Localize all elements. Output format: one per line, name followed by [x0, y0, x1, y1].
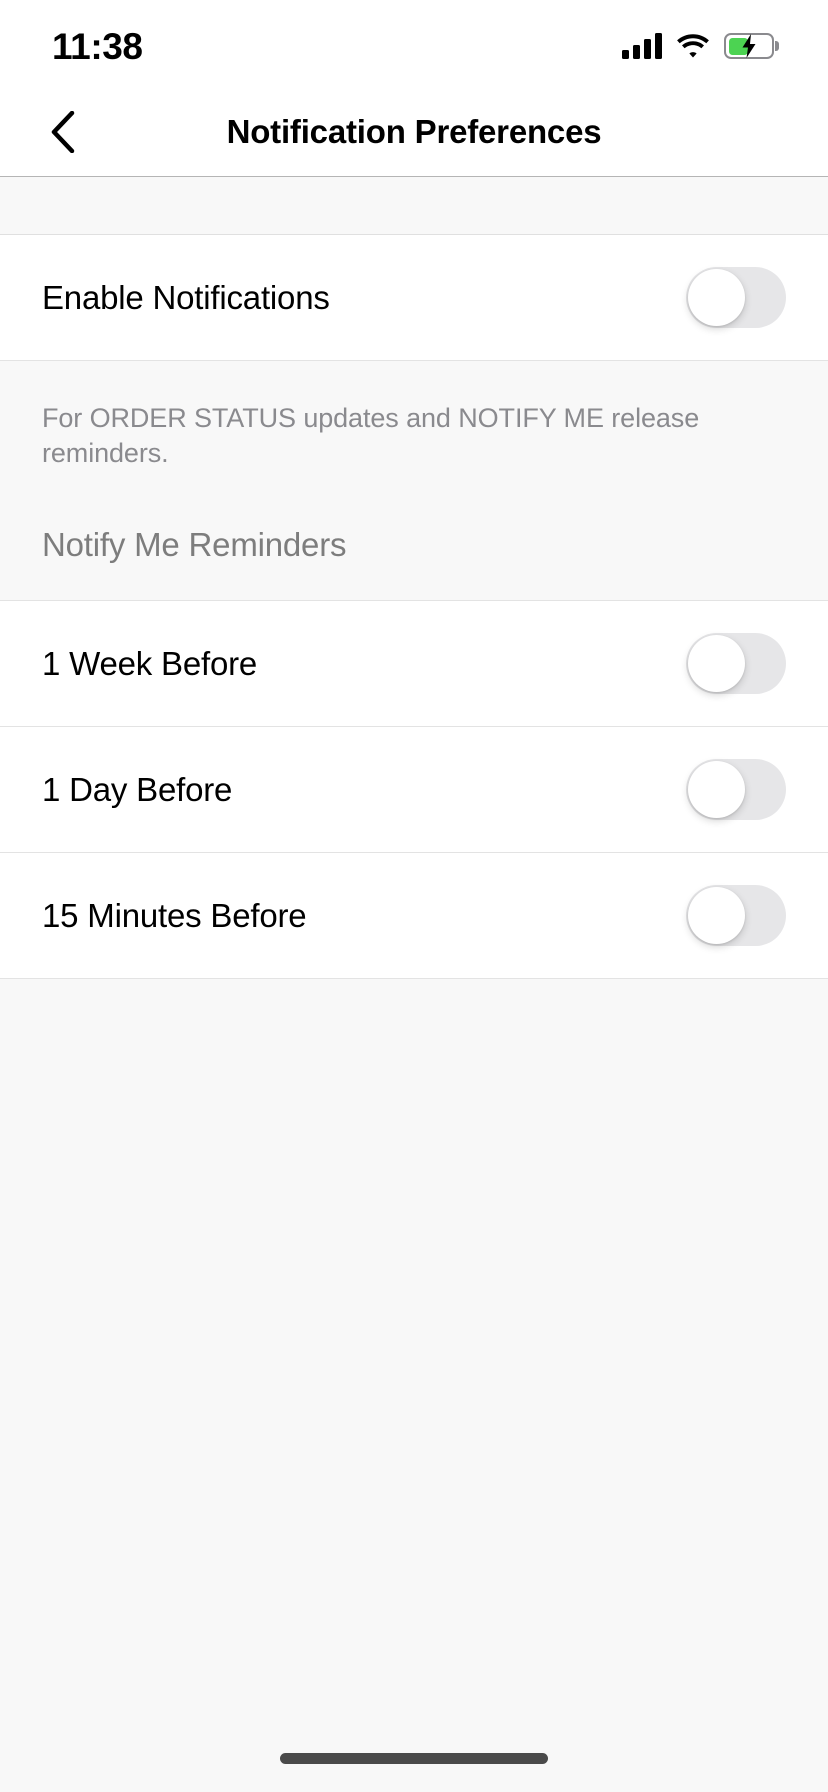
home-indicator-area: [0, 1724, 828, 1792]
home-indicator[interactable]: [280, 1752, 548, 1764]
status-bar-indicators: [622, 29, 774, 59]
row-one-week-before[interactable]: 1 Week Before: [0, 601, 828, 728]
chevron-left-icon: [51, 111, 75, 153]
navigation-bar: Notification Preferences: [0, 88, 828, 177]
row-label: Enable Notifications: [42, 278, 330, 316]
row-label: 1 Day Before: [42, 770, 233, 808]
toggle-knob: [688, 761, 745, 819]
row-one-day-before[interactable]: 1 Day Before: [0, 727, 828, 854]
lightning-bolt-icon: [742, 34, 756, 58]
toggle-one-week-before[interactable]: [686, 633, 786, 695]
list-top-spacer: [0, 177, 828, 235]
toggle-enable-notifications[interactable]: [686, 267, 786, 328]
row-label: 1 Week Before: [42, 644, 258, 682]
settings-list: Enable Notifications For ORDER STATUS up…: [0, 177, 828, 1724]
row-fifteen-minutes-before[interactable]: 15 Minutes Before: [0, 853, 828, 980]
status-bar-time: 11:38: [52, 25, 143, 67]
row-enable-notifications[interactable]: Enable Notifications: [0, 235, 828, 361]
list-bottom-space: [0, 979, 828, 1724]
toggle-knob: [688, 887, 745, 945]
toggle-one-day-before[interactable]: [686, 759, 786, 821]
back-button[interactable]: [26, 88, 100, 176]
screen-notification-preferences: 11:38 Notification Preferences Enable No…: [0, 0, 828, 1792]
signal-bars-icon: [622, 33, 662, 59]
toggle-knob: [688, 269, 745, 326]
status-bar: 11:38: [0, 0, 828, 88]
toggle-knob: [688, 635, 745, 693]
toggle-fifteen-minutes-before[interactable]: [686, 885, 786, 947]
battery-charging-icon: [724, 33, 774, 59]
section-footer-notifications: For ORDER STATUS updates and NOTIFY ME r…: [0, 361, 828, 472]
wifi-icon: [677, 34, 709, 58]
section-header-notify-me-reminders: Notify Me Reminders: [0, 471, 828, 602]
row-label: 15 Minutes Before: [42, 896, 307, 934]
page-title: Notification Preferences: [226, 113, 602, 150]
